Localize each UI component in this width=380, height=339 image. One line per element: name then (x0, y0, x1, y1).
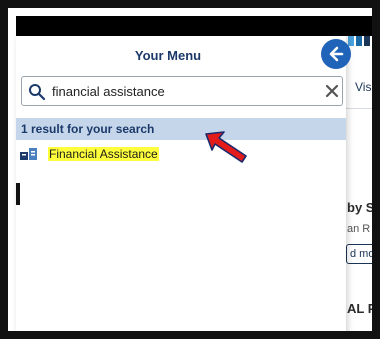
top-dark-strip (16, 16, 372, 36)
background-heading: by Sc (347, 200, 380, 215)
search-result-label[interactable]: Financial Assistance (48, 147, 159, 161)
search-result-item[interactable]: Financial Assistance (20, 146, 159, 162)
search-box (21, 76, 343, 106)
arrow-left-icon (329, 46, 344, 62)
result-count-text: 1 result for your search (21, 122, 155, 136)
red-arrow-icon (205, 131, 247, 163)
left-edge-bar (16, 183, 20, 205)
close-icon[interactable] (324, 83, 340, 99)
menu-panel: Your Menu 1 result for your search (16, 36, 351, 331)
back-button[interactable] (321, 39, 351, 69)
menu-title: Your Menu (134, 48, 202, 63)
background-read-more-button[interactable]: d mo (346, 244, 372, 264)
background-visit-link[interactable]: Visit (355, 80, 372, 94)
screenshot-frame: ▪▪▪ ▪ Visit by Sc an R d mo AL PO s at S… (0, 0, 380, 339)
background-subtext-2: s at S (347, 330, 376, 339)
document-icon (20, 147, 37, 160)
background-heading-2: AL PO (347, 301, 377, 316)
background-divider (346, 108, 372, 109)
background-subtext: an R (347, 223, 371, 235)
result-count-bar: 1 result for your search (16, 118, 346, 140)
search-icon[interactable] (28, 83, 46, 101)
search-input[interactable] (52, 79, 302, 103)
